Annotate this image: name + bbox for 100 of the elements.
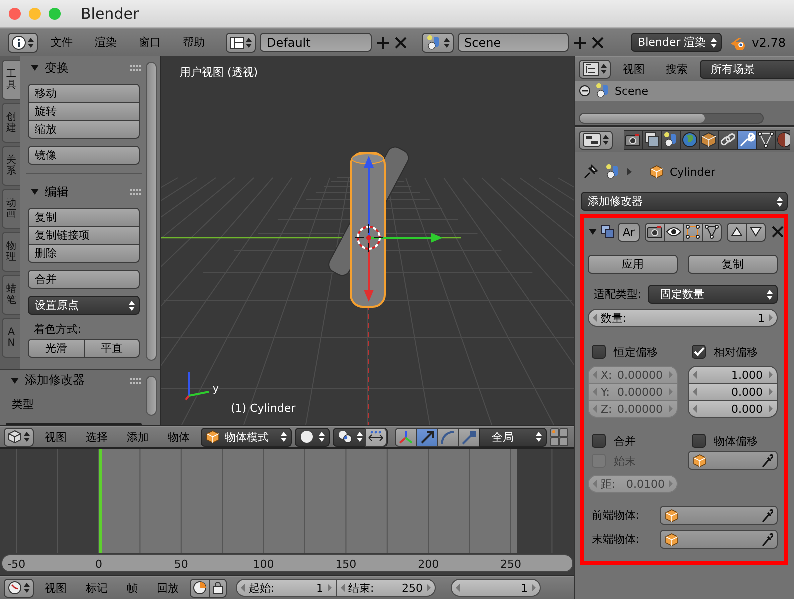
cage-toggle[interactable] bbox=[702, 222, 722, 242]
menu-item[interactable]: 文件 bbox=[42, 35, 82, 50]
close-icon[interactable] bbox=[591, 36, 606, 50]
screen-layout-button[interactable] bbox=[226, 32, 256, 52]
properties-tab[interactable] bbox=[737, 130, 757, 150]
tool-button[interactable]: 镜像 bbox=[28, 146, 140, 165]
properties-tab[interactable] bbox=[624, 130, 643, 150]
current-frame-field[interactable]: 1 bbox=[451, 579, 541, 597]
properties-tab[interactable] bbox=[756, 130, 776, 150]
tool-button[interactable]: 缩放 bbox=[28, 120, 140, 139]
visibility-toggle[interactable] bbox=[664, 222, 684, 242]
keying-button[interactable] bbox=[190, 578, 210, 598]
manipulator-axes-button[interactable] bbox=[395, 428, 417, 446]
properties-tab[interactable] bbox=[661, 130, 681, 150]
move-up-button[interactable] bbox=[727, 222, 747, 242]
menu-item[interactable]: 视图 bbox=[37, 430, 75, 444]
menu-item[interactable]: 搜索 bbox=[657, 62, 697, 76]
properties-tab[interactable] bbox=[642, 130, 662, 150]
tool-button[interactable]: 旋转 bbox=[28, 102, 140, 121]
sidebar-tab[interactable]: 工具 bbox=[2, 60, 20, 100]
modifier-action-button[interactable]: 复制 bbox=[688, 255, 778, 274]
tool-button[interactable]: 删除 bbox=[28, 244, 140, 263]
ruler-bar[interactable] bbox=[2, 554, 574, 572]
window-title: Blender bbox=[81, 4, 140, 22]
view-name-label: 用户视图 (透视) bbox=[180, 65, 258, 80]
toggle-button[interactable]: 平直 bbox=[84, 339, 140, 358]
manipulator-button[interactable] bbox=[458, 428, 480, 446]
pivot-icon[interactable] bbox=[338, 430, 354, 444]
editor-type-button[interactable] bbox=[8, 32, 38, 52]
checkbox[interactable] bbox=[592, 345, 606, 359]
menu-item[interactable]: 视图 bbox=[37, 580, 75, 596]
add-modifier-dropdown[interactable]: 添加修改器 bbox=[581, 192, 788, 211]
lock-button[interactable] bbox=[209, 578, 227, 598]
checkbox[interactable] bbox=[692, 345, 706, 359]
number-field[interactable]: 0.000 bbox=[688, 400, 778, 418]
tool-button[interactable]: 复制链接项 bbox=[28, 226, 140, 245]
move-down-button[interactable] bbox=[746, 222, 766, 242]
close-icon[interactable] bbox=[772, 226, 784, 238]
menu-item[interactable]: 添加 bbox=[119, 430, 157, 444]
scene-field[interactable]: Scene bbox=[458, 33, 570, 52]
tool-button[interactable]: 移动 bbox=[28, 84, 140, 103]
manipulator-button[interactable] bbox=[416, 428, 438, 446]
close-icon[interactable] bbox=[394, 36, 408, 50]
object-field[interactable] bbox=[688, 451, 778, 470]
modifier-name-field[interactable]: Ar bbox=[618, 222, 640, 242]
mode-dropdown[interactable]: 物体模式 bbox=[201, 428, 292, 446]
editor-type-button[interactable] bbox=[579, 130, 613, 150]
plus-icon[interactable] bbox=[376, 36, 390, 50]
menu-item[interactable]: 帧 bbox=[119, 580, 146, 596]
scrollbar[interactable] bbox=[146, 376, 157, 416]
tool-button[interactable]: 合并 bbox=[28, 270, 140, 289]
edit-mode-toggle[interactable] bbox=[683, 222, 703, 242]
menu-item[interactable]: 帮助 bbox=[174, 35, 214, 50]
count-field[interactable]: 数量: 1 bbox=[588, 309, 778, 327]
collapse-triangle-icon[interactable] bbox=[10, 376, 20, 386]
scene-selector-button[interactable] bbox=[422, 32, 454, 52]
manipulator-button[interactable] bbox=[437, 428, 459, 446]
pin-icon[interactable] bbox=[583, 164, 599, 180]
editor-type-button[interactable] bbox=[579, 60, 611, 78]
properties-tab[interactable] bbox=[699, 130, 719, 150]
manipulator-toggle-button[interactable] bbox=[365, 428, 387, 446]
properties-tab[interactable] bbox=[775, 130, 790, 150]
object-field[interactable] bbox=[660, 506, 778, 525]
checkbox[interactable] bbox=[592, 434, 606, 448]
editor-type-button[interactable] bbox=[4, 578, 34, 598]
modifier-action-button[interactable]: 应用 bbox=[588, 255, 678, 274]
render-toggle[interactable] bbox=[645, 222, 665, 242]
checkbox[interactable] bbox=[692, 434, 706, 448]
menu-item[interactable]: 视图 bbox=[614, 62, 654, 76]
layers-icon[interactable] bbox=[550, 428, 570, 446]
render-engine-dropdown[interactable]: Blender 渲染 bbox=[631, 33, 722, 52]
scrollbar[interactable] bbox=[579, 113, 764, 124]
toggle-button[interactable]: 光滑 bbox=[28, 339, 84, 358]
collapse-triangle-icon[interactable] bbox=[30, 187, 40, 197]
fit-type-dropdown[interactable]: 固定数量 bbox=[648, 285, 778, 304]
object-field[interactable] bbox=[660, 530, 778, 549]
tool-button[interactable]: 复制 bbox=[28, 208, 140, 227]
origin-dropdown[interactable]: 设置原点 bbox=[28, 296, 140, 315]
filter-dropdown[interactable]: 所有场景 bbox=[700, 60, 794, 78]
properties-tab[interactable] bbox=[718, 130, 738, 150]
outliner-row[interactable]: Scene bbox=[575, 81, 794, 101]
editor-type-button[interactable] bbox=[4, 428, 34, 446]
collapse-triangle-icon[interactable] bbox=[30, 63, 40, 73]
start-frame-field[interactable]: 起始: 1 bbox=[236, 579, 336, 597]
shading-dropdown[interactable] bbox=[295, 428, 330, 446]
menu-item[interactable]: 标记 bbox=[78, 580, 116, 596]
end-frame-field[interactable]: 结束: 250 bbox=[336, 579, 436, 597]
menu-item[interactable]: 物体 bbox=[160, 430, 198, 444]
collapse-triangle-icon[interactable] bbox=[588, 227, 598, 237]
scrollbar[interactable] bbox=[146, 62, 157, 361]
menu-item[interactable]: 回放 bbox=[149, 580, 187, 596]
plus-icon[interactable] bbox=[573, 36, 588, 50]
menu-item[interactable]: 渲染 bbox=[86, 35, 126, 50]
collapse-icon[interactable] bbox=[579, 85, 591, 97]
orientation-dropdown[interactable]: 全局 bbox=[479, 428, 547, 446]
number-field[interactable]: 0.000 bbox=[688, 383, 778, 401]
number-field[interactable]: 1.000 bbox=[688, 366, 778, 384]
menu-item[interactable]: 窗口 bbox=[130, 35, 170, 50]
menu-item[interactable]: 选择 bbox=[78, 430, 116, 444]
screen-layout-field[interactable]: Default bbox=[260, 33, 372, 52]
